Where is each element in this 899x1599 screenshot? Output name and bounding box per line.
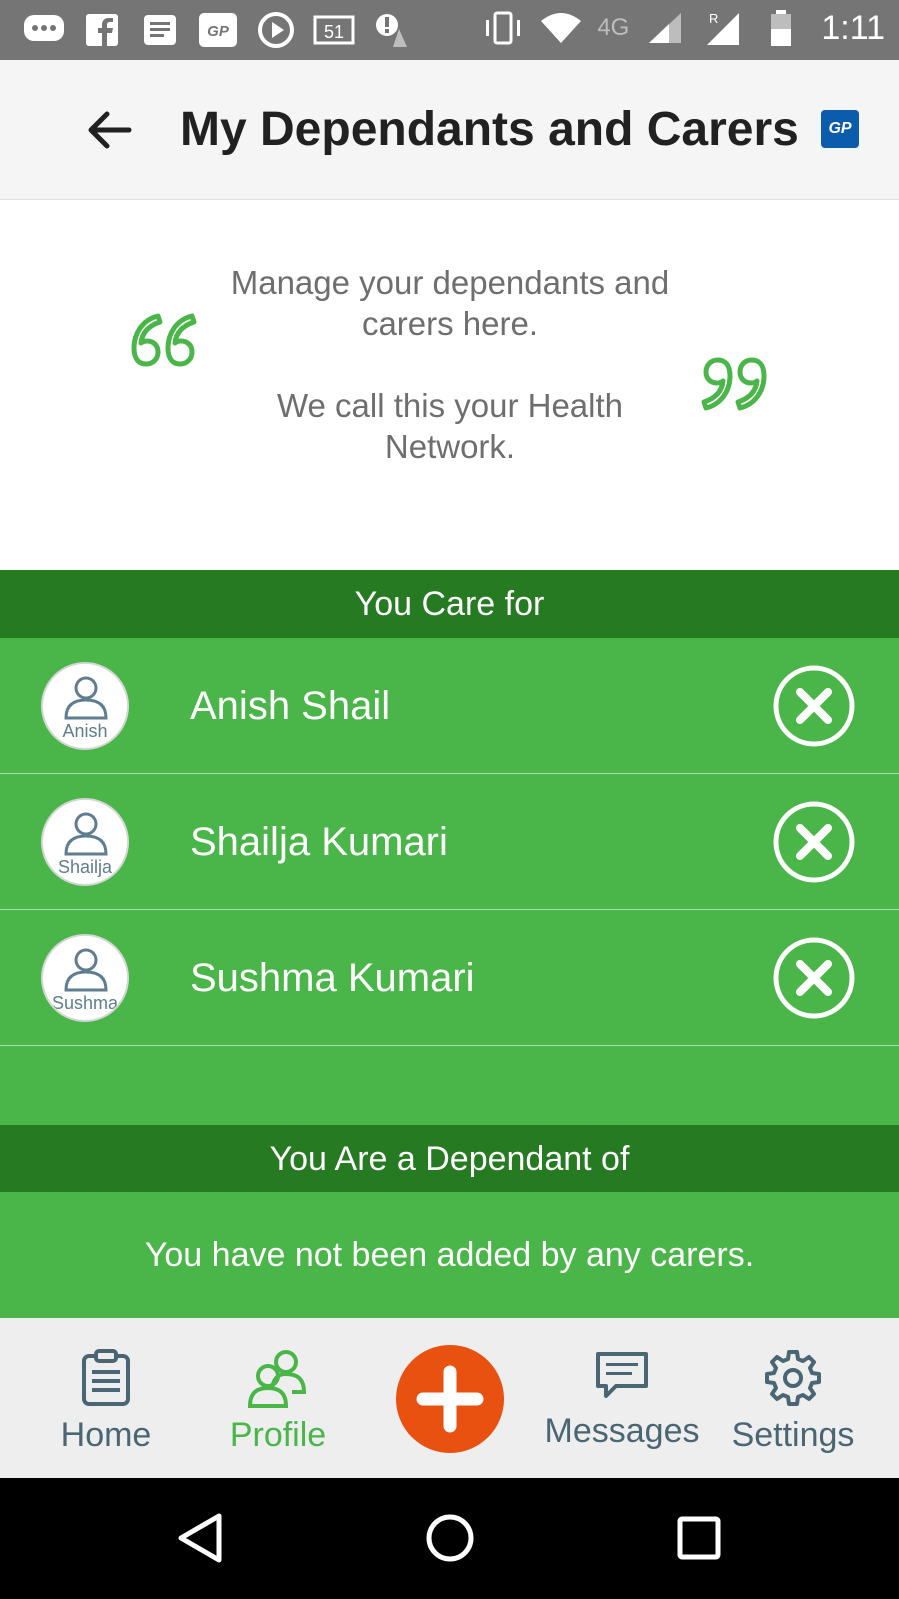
circle-home-icon <box>426 1514 474 1562</box>
svg-text:R: R <box>709 11 718 26</box>
roaming-signal-icon: R <box>701 8 745 48</box>
alert-icon <box>370 10 414 50</box>
nav-home[interactable]: Home <box>21 1348 191 1458</box>
triangle-back-icon <box>178 1513 222 1563</box>
system-navigation-bar <box>0 1478 899 1599</box>
avatar-label: Anish <box>62 721 108 741</box>
clipboard-icon <box>82 1349 130 1406</box>
battery-icon <box>759 8 803 48</box>
bottom-navigation: Home Profile Messages Settings <box>0 1318 899 1478</box>
svg-text:GP: GP <box>207 23 230 40</box>
open-quote-icon <box>131 313 197 367</box>
nav-label: Settings <box>731 1416 855 1454</box>
system-home-button[interactable] <box>418 1506 482 1570</box>
add-button[interactable] <box>396 1345 504 1453</box>
person-name: Anish Shail <box>190 684 391 728</box>
square-recents-icon <box>677 1516 721 1560</box>
intro-line-1: Manage your dependants and carers here. <box>230 264 670 342</box>
intro-line-2: We call this your Health Network. <box>276 387 624 465</box>
page-title: My Dependants and Carers <box>180 103 799 156</box>
care-section-header: You Care for <box>0 570 899 638</box>
close-quote-icon <box>701 357 767 411</box>
avatar: Sushma <box>41 934 129 1022</box>
message-icon <box>596 1352 648 1398</box>
avatar-label: Shailja <box>57 857 113 877</box>
nav-messages[interactable]: Messages <box>537 1348 707 1458</box>
clock: 1:11 <box>821 8 885 47</box>
dependant-section-header: You Are a Dependant of <box>0 1125 899 1193</box>
nav-profile[interactable]: Profile <box>193 1348 363 1458</box>
nav-label: Profile <box>229 1416 327 1454</box>
avatar: Anish <box>41 662 129 750</box>
remove-button[interactable] <box>772 936 856 1020</box>
nav-label: Home <box>60 1416 152 1454</box>
chat-icon <box>22 10 66 50</box>
system-recents-button[interactable] <box>667 1506 731 1570</box>
svg-text:51: 51 <box>324 22 344 42</box>
user-icon <box>64 812 108 856</box>
vibrate-icon <box>481 8 525 48</box>
gp-logo: GP <box>821 110 859 148</box>
remove-button[interactable] <box>772 664 856 748</box>
gear-icon <box>765 1350 821 1406</box>
system-back-button[interactable] <box>168 1506 232 1570</box>
intro-text: Manage your dependants and carers here. … <box>230 262 670 467</box>
care-list-item[interactable]: Shailja Shailja Kumari <box>0 774 899 910</box>
person-name: Shailja Kumari <box>190 820 448 864</box>
news-icon <box>138 10 182 50</box>
play-icon <box>254 10 298 50</box>
system-icons: 4G R 1:11 <box>481 8 885 48</box>
gp-icon: GP <box>196 10 240 50</box>
facebook-icon <box>80 10 124 50</box>
wifi-icon <box>539 8 583 48</box>
empty-state-message: You have not been added by any carers. <box>0 1192 899 1318</box>
remove-button[interactable] <box>772 800 856 884</box>
intro-panel: Manage your dependants and carers here. … <box>0 200 899 570</box>
network-type: 4G <box>597 14 630 41</box>
signal-icon <box>643 8 687 48</box>
avatar: Shailja <box>41 798 129 886</box>
app-bar: My Dependants and Carers GP <box>0 60 899 200</box>
users-icon <box>247 1350 307 1408</box>
care-list: Anish Anish Shail Shailja Shailja Kumari… <box>0 638 899 1125</box>
care-list-item[interactable]: Anish Anish Shail <box>0 638 899 774</box>
nav-settings[interactable]: Settings <box>708 1348 878 1458</box>
status-bar: GP 51 4G R 1:11 <box>0 0 899 60</box>
person-name: Sushma Kumari <box>190 956 475 1000</box>
user-icon <box>64 676 108 720</box>
user-icon <box>64 948 108 992</box>
plus-icon <box>416 1365 484 1433</box>
avatar-label: Sushma <box>51 993 119 1013</box>
calendar-icon: 51 <box>312 10 356 50</box>
notification-icons: GP 51 <box>22 10 414 50</box>
nav-label: Messages <box>544 1412 700 1450</box>
back-button[interactable] <box>80 100 140 160</box>
care-list-item[interactable]: Sushma Sushma Kumari <box>0 910 899 1046</box>
arrow-left-icon <box>88 111 132 149</box>
